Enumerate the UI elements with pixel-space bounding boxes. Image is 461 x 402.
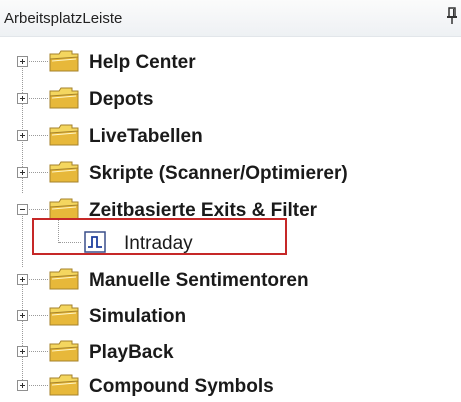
folder-icon (49, 49, 79, 73)
tree-item-compound-symbols[interactable]: Compound Symbols (0, 366, 461, 402)
folder-icon (49, 339, 79, 363)
pin-icon[interactable] (446, 5, 458, 27)
tree-item-label: Skripte (Scanner/Optimierer) (89, 163, 348, 184)
tree-item-label: LiveTabellen (89, 126, 203, 147)
tree-item-manuelle-sentimentoren[interactable]: Manuelle Sentimentoren (0, 260, 461, 296)
expand-toggle[interactable] (17, 167, 28, 178)
panel-header: ArbeitsplatzLeiste (0, 0, 461, 37)
tree-connector (29, 351, 48, 353)
expand-toggle[interactable] (17, 274, 28, 285)
tree-connector (29, 279, 48, 281)
workspace-tree: Help Center Depots LiveTabellen Skripte … (0, 36, 461, 397)
folder-icon (49, 123, 79, 147)
folder-icon (49, 86, 79, 110)
expand-toggle[interactable] (17, 56, 28, 67)
tree-connector (29, 315, 48, 317)
tree-item-label: PlayBack (89, 342, 174, 363)
tree-item-skripte[interactable]: Skripte (Scanner/Optimierer) (0, 153, 461, 189)
folder-icon (49, 303, 79, 327)
expand-toggle[interactable] (17, 93, 28, 104)
workspace-panel: ArbeitsplatzLeiste Help Center Depots Li… (0, 0, 461, 397)
expand-toggle[interactable] (17, 310, 28, 321)
collapse-toggle[interactable] (17, 204, 28, 215)
tree-item-label: Depots (89, 89, 154, 110)
tree-connector (29, 61, 48, 63)
expand-toggle[interactable] (17, 346, 28, 357)
tree-item-help-center[interactable]: Help Center (0, 42, 461, 78)
tree-item-depots[interactable]: Depots (0, 79, 461, 115)
selection-highlight (32, 218, 287, 255)
folder-icon (49, 267, 79, 291)
tree-item-label: Manuelle Sentimentoren (89, 270, 309, 291)
folder-icon (49, 373, 79, 397)
tree-connector (29, 98, 48, 100)
tree-item-label: Help Center (89, 52, 196, 73)
tree-connector (29, 172, 48, 174)
tree-item-label: Simulation (89, 306, 187, 327)
panel-title: ArbeitsplatzLeiste (4, 10, 123, 27)
tree-item-simulation[interactable]: Simulation (0, 296, 461, 332)
tree-connector (29, 385, 48, 387)
tree-connector (29, 209, 48, 211)
expand-toggle[interactable] (17, 130, 28, 141)
folder-icon (49, 160, 79, 184)
tree-item-playback[interactable]: PlayBack (0, 332, 461, 368)
expand-toggle[interactable] (17, 380, 28, 391)
tree-connector (29, 135, 48, 137)
tree-item-livetabellen[interactable]: LiveTabellen (0, 116, 461, 152)
